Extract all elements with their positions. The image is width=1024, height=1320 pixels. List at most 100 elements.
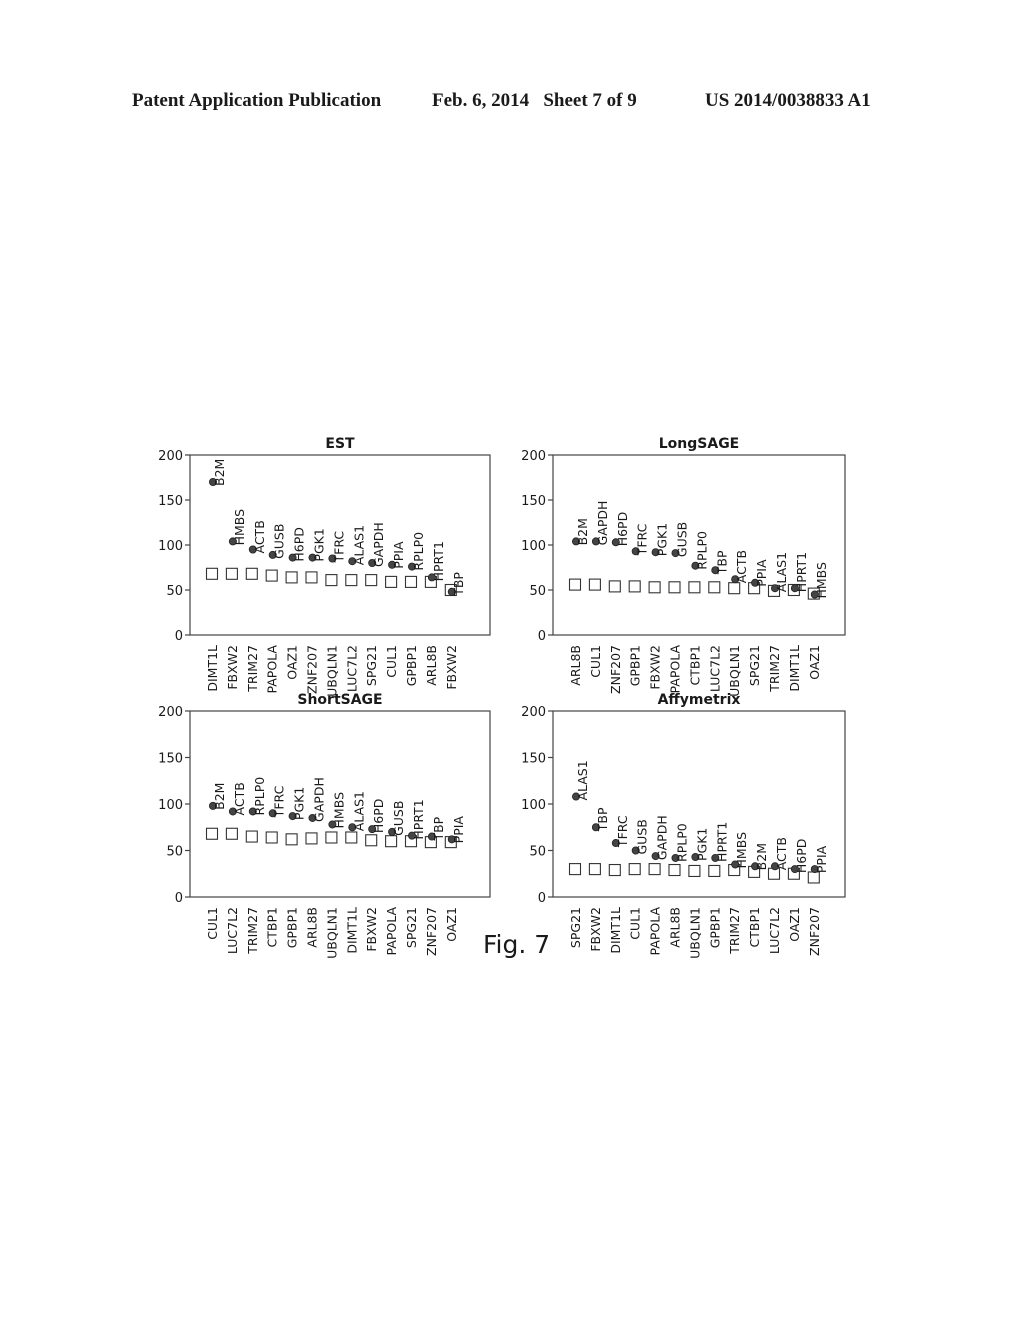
est-circle-label: TBP <box>451 572 466 597</box>
longsage-xtick-label: DIMT1L <box>787 645 802 692</box>
longsage-circle-label: RPLP0 <box>694 531 709 570</box>
est-xtick-label: ARL8B <box>424 645 439 686</box>
longsage-xtick-label: UBQLN1 <box>727 645 742 697</box>
longsage-ytick-label: 0 <box>538 629 546 644</box>
affymetrix-circle-label: HMBS <box>734 832 749 869</box>
shortsage-xtick-label: GPBP1 <box>285 907 300 948</box>
shortsage-xtick-label: CTBP1 <box>265 907 280 947</box>
longsage-square-point <box>688 581 701 594</box>
est-xtick-label: PAPOLA <box>265 645 280 694</box>
affymetrix-ytick-label: 200 <box>521 705 546 720</box>
est-xtick-label: GPBP1 <box>404 645 419 686</box>
affymetrix-xtick-label: SPG21 <box>568 907 583 948</box>
affymetrix-xtick-label: TRIM27 <box>727 907 742 955</box>
est-xtick-label: LUC7L2 <box>344 645 359 692</box>
shortsage-xtick-label: TRIM27 <box>245 907 260 955</box>
est-circle-label: RPLP0 <box>411 532 426 571</box>
est-circle-label: HMBS <box>232 509 247 546</box>
longsage-xtick-label: TRIM27 <box>767 645 782 693</box>
est-xtick-label: SPG21 <box>364 645 379 686</box>
affymetrix-square-point <box>568 863 582 876</box>
est-ytick-label: 200 <box>158 449 183 464</box>
est-circle-label: PPIA <box>391 541 406 569</box>
shortsage-xtick-label: FBXW2 <box>364 907 379 952</box>
affymetrix-square-point <box>708 864 721 878</box>
longsage-square-point <box>708 581 721 594</box>
affymetrix-circle-label: B2M <box>754 843 769 870</box>
affymetrix-circle-label: ALAS1 <box>575 760 590 800</box>
est-square-point <box>365 574 378 587</box>
est-chart-title: EST <box>325 436 355 452</box>
shortsage-square-point <box>345 831 358 844</box>
longsage-xtick-label: ARL8B <box>568 645 583 686</box>
longsage-circle-label: B2M <box>575 518 590 545</box>
longsage-square-point <box>568 578 582 591</box>
affymetrix-ytick-label: 100 <box>521 798 546 813</box>
est-square-point <box>225 567 238 580</box>
est-ytick-label: 0 <box>175 629 183 644</box>
affymetrix-ytick-label: 150 <box>521 752 546 767</box>
affymetrix-circle-label: GAPDH <box>655 815 670 860</box>
longsage-ytick-label: 100 <box>521 539 546 554</box>
affymetrix-square-point <box>688 864 701 878</box>
longsage-xtick-label: FBXW2 <box>648 645 663 690</box>
affymetrix-xtick-label: CTBP1 <box>747 907 762 947</box>
shortsage-xtick-label: ZNF207 <box>424 907 439 956</box>
affymetrix-ytick-label: 0 <box>538 891 546 906</box>
shortsage-xtick-label: DIMT1L <box>344 907 359 954</box>
affymetrix-xtick-label: DIMT1L <box>608 907 623 954</box>
est-circle-label: ACTB <box>252 520 267 553</box>
longsage-square-point <box>608 580 621 593</box>
affymetrix-xtick-label: ZNF207 <box>807 907 822 956</box>
longsage-square-point <box>628 580 641 593</box>
shortsage-chart-title: ShortSAGE <box>297 692 382 708</box>
affymetrix-circle-label: PGK1 <box>694 828 709 861</box>
affymetrix-chart-title: Affymetrix <box>658 692 741 708</box>
shortsage-square-point <box>205 827 219 840</box>
shortsage-xtick-label: UBQLN1 <box>324 907 339 959</box>
longsage-xtick-label: GPBP1 <box>628 645 643 686</box>
est-xtick-label: UBQLN1 <box>324 645 339 697</box>
shortsage-xtick-label: OAZ1 <box>444 907 459 942</box>
affymetrix-square-point <box>608 863 621 877</box>
est-circle-label: ALAS1 <box>351 525 366 565</box>
shortsage-square-point <box>245 830 258 843</box>
shortsage-circle-label: B2M <box>212 783 227 810</box>
shortsage-square-point <box>285 833 298 846</box>
shortsage-circle-label: TFRC <box>272 785 287 818</box>
longsage-circle-label: ACTB <box>734 550 749 583</box>
affymetrix-xtick-label: PAPOLA <box>648 907 663 956</box>
longsage-ytick-label: 50 <box>529 584 546 599</box>
longsage-chart-title: LongSAGE <box>659 436 740 452</box>
longsage-circle-label: H6PD <box>615 512 630 547</box>
est-circle-label: PGK1 <box>312 528 327 561</box>
longsage-xtick-label: ZNF207 <box>608 645 623 694</box>
shortsage-square-point <box>385 835 398 848</box>
longsage-xtick-label: OAZ1 <box>807 645 822 680</box>
shortsage-circle-label: PGK1 <box>292 787 307 820</box>
longsage-circle-label: HMBS <box>814 562 829 599</box>
shortsage-circle-label: RPLP0 <box>252 777 267 816</box>
shortsage-ytick-label: 200 <box>158 705 183 720</box>
longsage-circle-label: PGK1 <box>655 523 670 556</box>
affymetrix-xtick-label: FBXW2 <box>588 907 603 952</box>
affymetrix-ytick-label: 50 <box>529 845 546 860</box>
affymetrix-xtick-label: LUC7L2 <box>767 907 782 954</box>
shortsage-circle-label: H6PD <box>371 799 386 834</box>
shortsage-xtick-label: LUC7L2 <box>225 907 240 954</box>
est-circle-label: HPRT1 <box>431 541 446 581</box>
est-square-point <box>385 575 398 588</box>
shortsage-xtick-label: CUL1 <box>205 907 220 940</box>
longsage-square-point <box>728 582 741 595</box>
est-circle-label: GUSB <box>272 524 287 559</box>
shortsage-ytick-label: 0 <box>175 891 183 906</box>
affymetrix-circle-label: RPLP0 <box>675 823 690 862</box>
affymetrix-square-point <box>628 863 641 876</box>
est-xtick-label: ZNF207 <box>305 645 320 694</box>
shortsage-circle-label: GUSB <box>391 801 406 836</box>
longsage-ytick-label: 200 <box>521 449 546 464</box>
affymetrix-circle-label: H6PD <box>794 839 809 874</box>
longsage-xtick-label: LUC7L2 <box>707 645 722 692</box>
shortsage-ytick-label: 50 <box>166 845 183 860</box>
shortsage-circle-label: ALAS1 <box>351 791 366 831</box>
